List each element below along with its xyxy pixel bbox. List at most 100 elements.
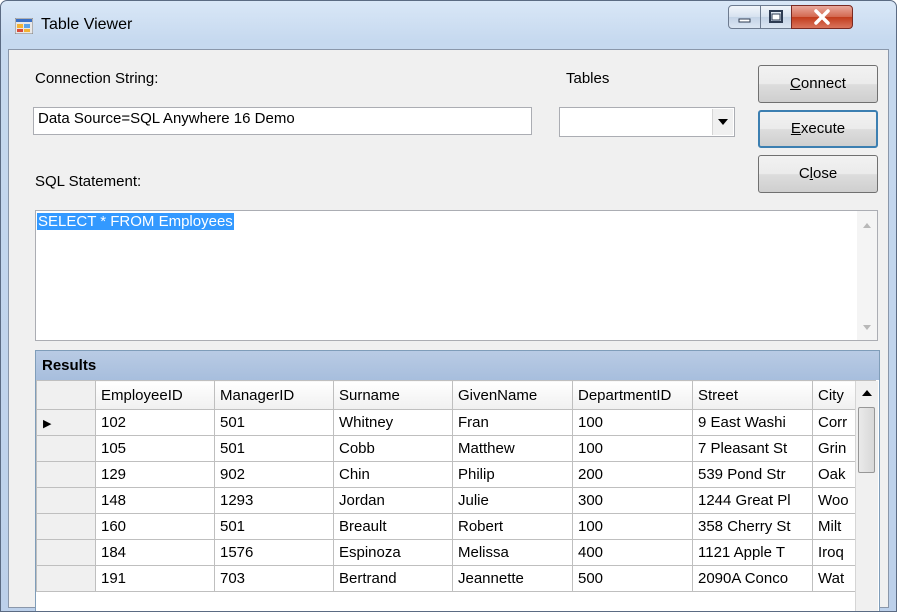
table-cell[interactable]: 100 [572, 435, 693, 462]
row-header[interactable]: ▶ [36, 409, 96, 436]
current-row-indicator-icon: ▶ [43, 418, 52, 430]
table-cell[interactable]: 539 Pond Str [692, 461, 813, 488]
table-cell[interactable]: 9 East Washi [692, 409, 813, 436]
results-scrollbar-thumb[interactable] [858, 407, 875, 473]
column-header-row: EmployeeID ManagerID Surname GivenName D… [36, 380, 876, 410]
table-cell[interactable]: Fran [452, 409, 573, 436]
title-bar[interactable]: Table Viewer [1, 1, 896, 49]
table-cell[interactable]: 2090A Conco [692, 565, 813, 592]
close-label-prefix: C [798, 165, 810, 182]
column-header[interactable]: Surname [333, 380, 453, 410]
column-header[interactable]: ManagerID [214, 380, 334, 410]
table-cell[interactable]: 129 [95, 461, 215, 488]
table-cell[interactable]: 200 [572, 461, 693, 488]
table-cell[interactable]: 7 Pleasant St [692, 435, 813, 462]
table-cell[interactable]: 1244 Great Pl [692, 487, 813, 514]
table-cell[interactable]: 184 [95, 539, 215, 566]
table-cell[interactable]: Breault [333, 513, 453, 540]
connect-mnemonic: C [790, 75, 801, 92]
table-cell[interactable]: 1576 [214, 539, 334, 566]
window-app-icon [15, 18, 33, 34]
results-grid[interactable]: Results EmployeeID ManagerID Surname Giv… [35, 350, 880, 611]
connect-button[interactable]: Connect [758, 65, 878, 103]
tables-label: Tables [566, 70, 610, 87]
table-cell[interactable]: Chin [333, 461, 453, 488]
scroll-up-icon [862, 390, 872, 396]
table-row[interactable]: 191 703 Bertrand Jeannette 500 2090A Con… [36, 565, 876, 592]
chevron-down-icon [718, 119, 728, 125]
table-cell[interactable]: 902 [214, 461, 334, 488]
table-row[interactable]: 129 902 Chin Philip 200 539 Pond Str Oak [36, 461, 876, 488]
minimize-icon [738, 18, 751, 23]
table-row[interactable]: 160 501 Breault Robert 100 358 Cherry St… [36, 513, 876, 540]
table-cell[interactable]: 160 [95, 513, 215, 540]
table-cell[interactable]: 703 [214, 565, 334, 592]
table-cell[interactable]: 501 [214, 435, 334, 462]
sql-statement-text: SELECT * FROM Employees [37, 213, 234, 230]
table-cell[interactable]: Robert [452, 513, 573, 540]
row-header[interactable] [36, 487, 96, 514]
row-header[interactable] [36, 435, 96, 462]
row-header[interactable] [36, 565, 96, 592]
connection-string-input[interactable]: Data Source=SQL Anywhere 16 Demo [33, 107, 532, 135]
scroll-up-icon [863, 223, 871, 228]
table-cell[interactable]: 500 [572, 565, 693, 592]
table-cell[interactable]: 1121 Apple T [692, 539, 813, 566]
minimize-button[interactable] [728, 5, 761, 29]
table-cell[interactable]: 191 [95, 565, 215, 592]
close-button[interactable]: Close [758, 155, 878, 193]
close-icon [814, 9, 830, 25]
row-header-corner [36, 380, 96, 410]
table-cell[interactable]: Espinoza [333, 539, 453, 566]
results-scrollbar[interactable] [855, 381, 878, 611]
column-header[interactable]: DepartmentID [572, 380, 693, 410]
table-cell[interactable]: 1293 [214, 487, 334, 514]
table-cell[interactable]: 148 [95, 487, 215, 514]
table-cell[interactable]: Whitney [333, 409, 453, 436]
maximize-button[interactable] [760, 5, 792, 29]
row-header[interactable] [36, 461, 96, 488]
tables-dropdown[interactable] [559, 107, 735, 137]
window-close-button[interactable] [791, 5, 853, 29]
connect-label-rest: onnect [800, 75, 846, 92]
form-client-area: Connection String: Data Source=SQL Anywh… [8, 49, 889, 611]
column-header[interactable]: Street [692, 380, 813, 410]
column-header[interactable]: GivenName [452, 380, 573, 410]
table-cell[interactable]: Philip [452, 461, 573, 488]
table-cell[interactable]: Matthew [452, 435, 573, 462]
maximize-icon [769, 10, 783, 23]
table-cell[interactable]: Jeannette [452, 565, 573, 592]
table-cell[interactable]: 300 [572, 487, 693, 514]
table-row[interactable]: 105 501 Cobb Matthew 100 7 Pleasant St G… [36, 435, 876, 462]
table-cell[interactable]: 105 [95, 435, 215, 462]
table-cell[interactable]: Julie [452, 487, 573, 514]
close-label-rest: ose [813, 165, 838, 182]
table-cell[interactable]: 501 [214, 409, 334, 436]
column-header[interactable]: EmployeeID [95, 380, 215, 410]
connection-string-label: Connection String: [35, 70, 159, 87]
table-row[interactable]: 148 1293 Jordan Julie 300 1244 Great Pl … [36, 487, 876, 514]
table-cell[interactable]: Jordan [333, 487, 453, 514]
row-header[interactable] [36, 539, 96, 566]
table-cell[interactable]: 100 [572, 513, 693, 540]
table-cell[interactable]: 102 [95, 409, 215, 436]
table-cell[interactable]: Melissa [452, 539, 573, 566]
table-cell[interactable]: 400 [572, 539, 693, 566]
sql-scrollbar[interactable] [857, 211, 877, 340]
table-row[interactable]: ▶ 102 501 Whitney Fran 100 9 East Washi … [36, 409, 876, 436]
row-header[interactable] [36, 513, 96, 540]
table-row[interactable]: 184 1576 Espinoza Melissa 400 1121 Apple… [36, 539, 876, 566]
table-cell[interactable]: Bertrand [333, 565, 453, 592]
window-title: Table Viewer [41, 16, 133, 33]
execute-label-rest: xecute [800, 120, 846, 137]
table-cell[interactable]: Cobb [333, 435, 453, 462]
table-cell[interactable]: 100 [572, 409, 693, 436]
table-cell[interactable]: 501 [214, 513, 334, 540]
execute-button[interactable]: Execute [758, 110, 878, 148]
sql-statement-input[interactable]: SELECT * FROM Employees [35, 210, 878, 341]
table-viewer-window: Table Viewer Connection String: Data Sou… [0, 0, 897, 612]
execute-mnemonic: E [790, 120, 801, 137]
table-cell[interactable]: 358 Cherry St [692, 513, 813, 540]
tables-dropdown-arrow[interactable] [712, 109, 733, 135]
results-table: EmployeeID ManagerID Surname GivenName D… [36, 380, 876, 592]
